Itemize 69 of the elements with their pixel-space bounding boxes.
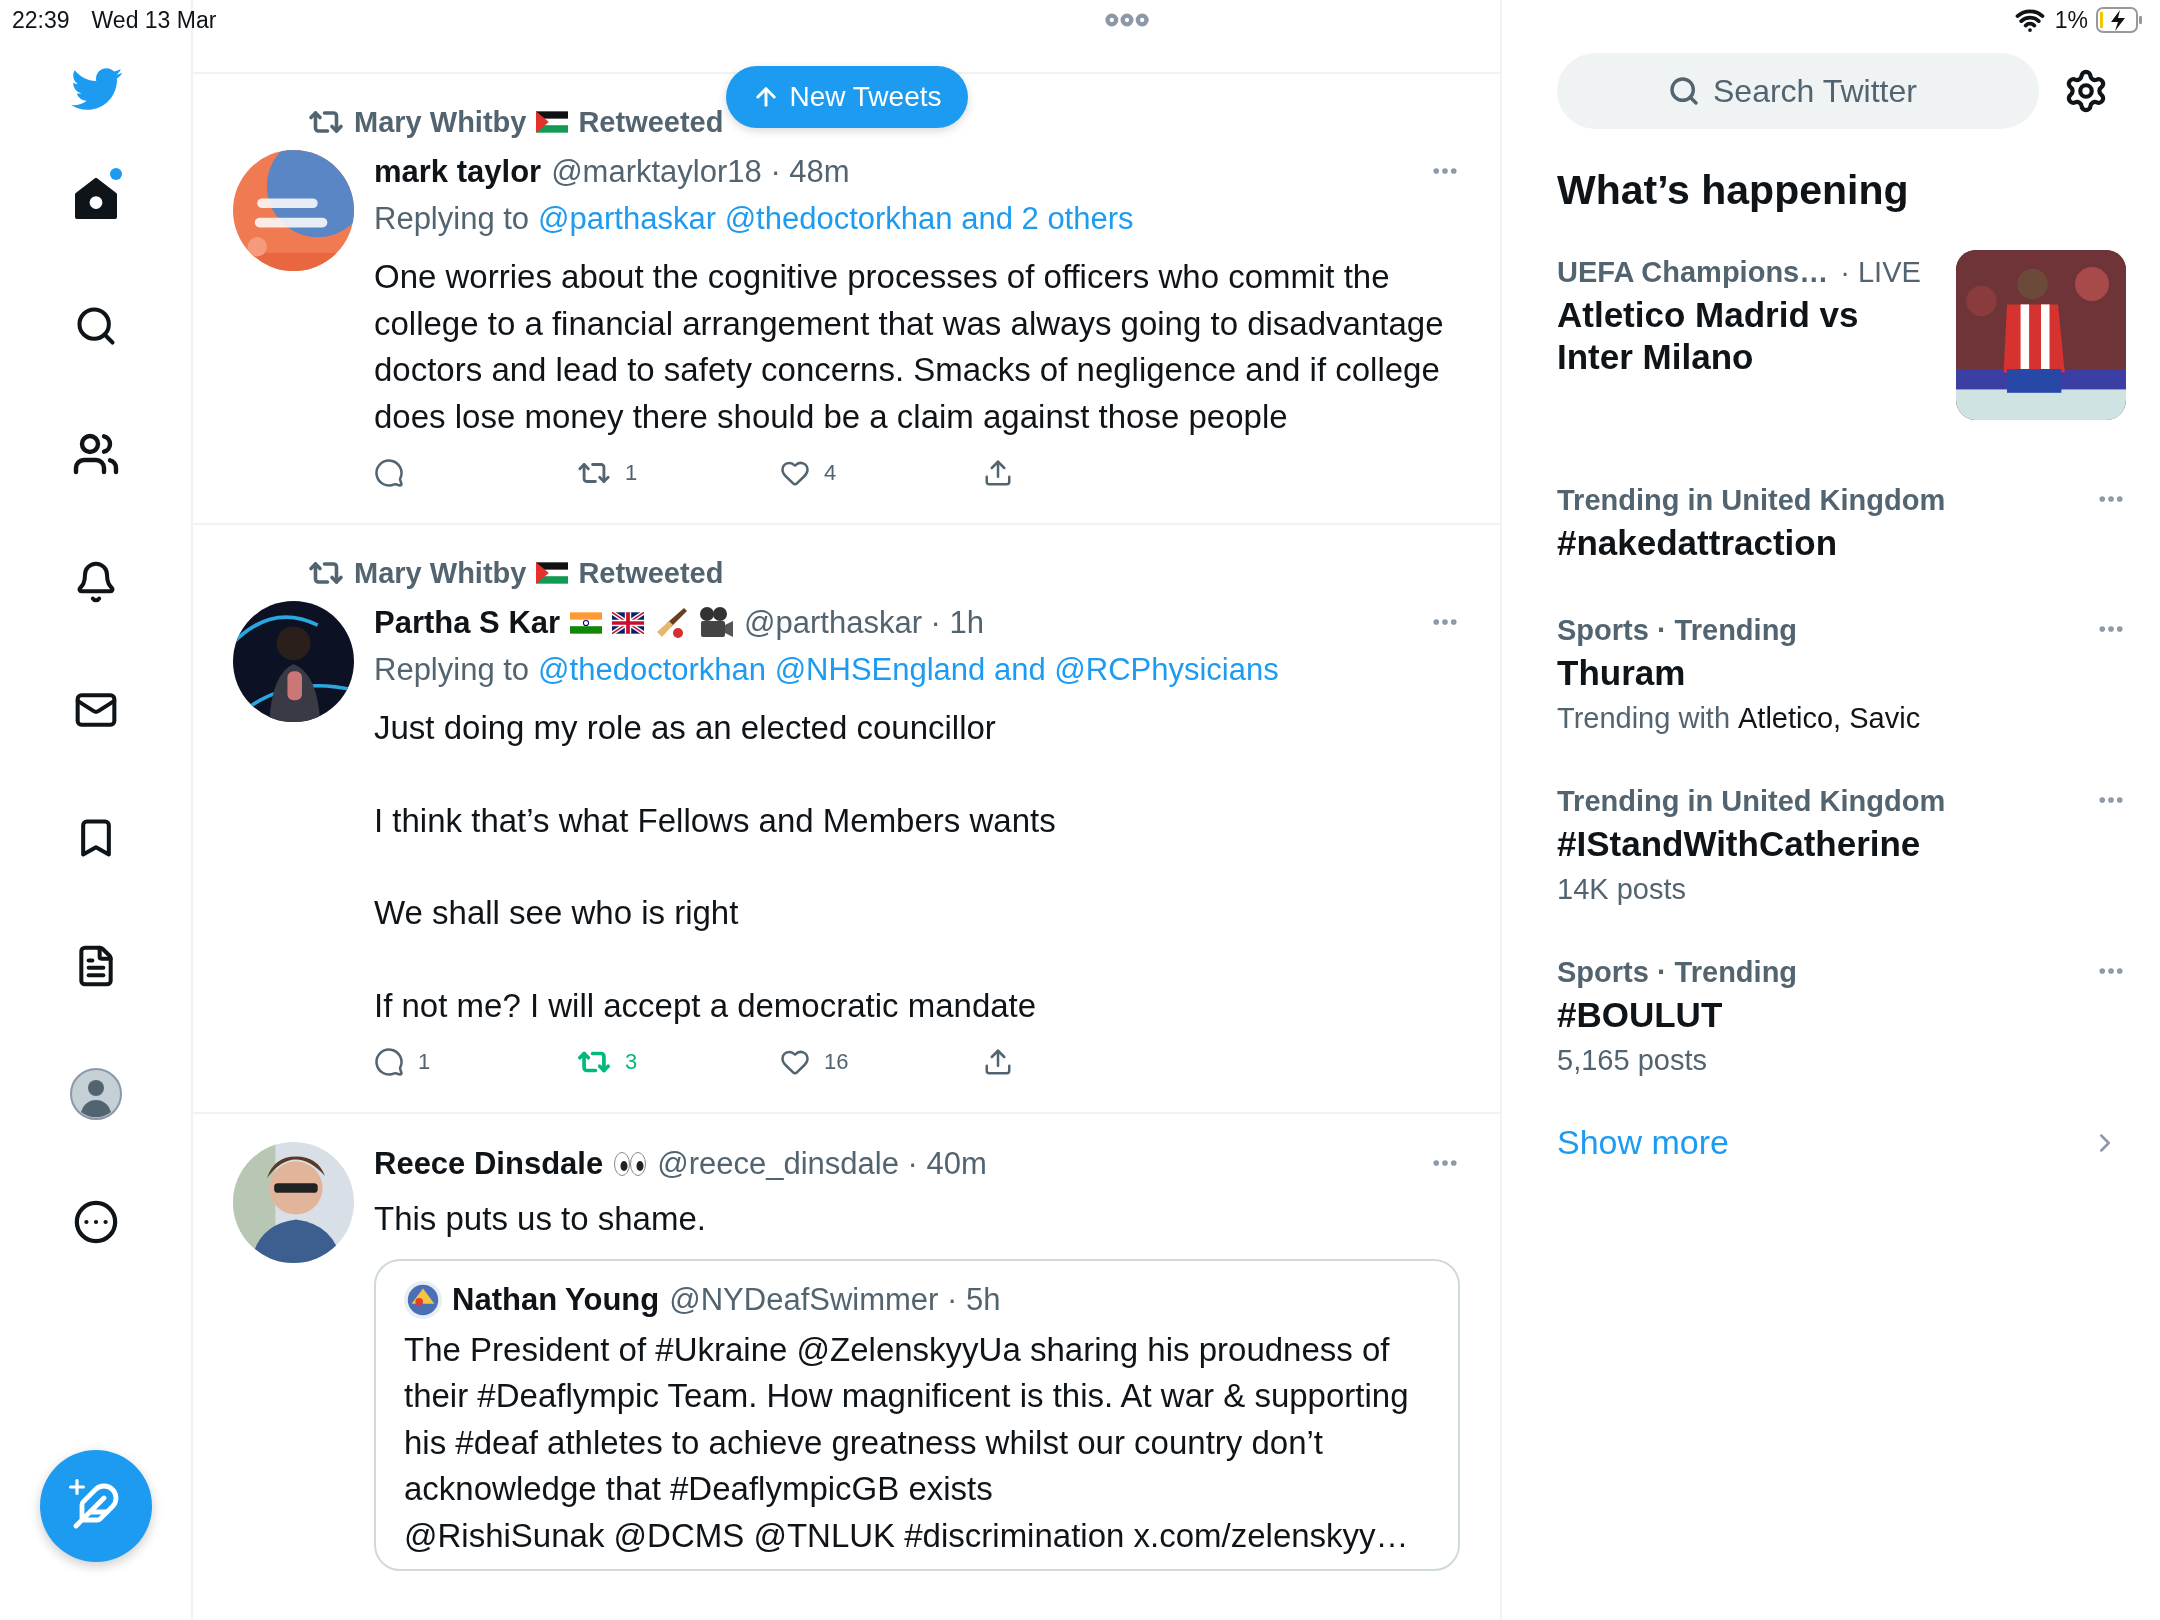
trend-item[interactable]: Trending in United Kingdom #nakedattraction: [1557, 478, 2126, 564]
flag-icon: [570, 612, 603, 634]
search-field[interactable]: Search Twitter: [1557, 53, 2039, 129]
battery-percent: 1%: [2054, 6, 2088, 34]
author-handle: @parthaskar · 1h: [744, 605, 985, 641]
retweeter-name: Mary Whitby: [354, 556, 527, 590]
section-heading: What’s happening: [1557, 167, 1910, 214]
trend-context: Sports · Trending: [1557, 955, 1798, 989]
tweet-text: This puts us to shame.: [374, 1199, 707, 1239]
trend-item[interactable]: Trending in United Kingdom #IStandWithCatherine 14K posts: [1557, 779, 2126, 906]
post-count: 14K posts: [1557, 873, 1686, 906]
author-name: Reece Dinsdale: [374, 1146, 604, 1182]
author-handle: @NYDeafSwimmer · 5h: [669, 1281, 1001, 1318]
retweet-button[interactable]: 1: [577, 453, 638, 493]
tweet-text: The President of #Ukraine @ZelenskyyUa sharing his proudness of their #Deaflympic Team. How magnificent is this. At war & supporting his #deaf athletes to achieve greatness whilst our country don’t acknowledge that #DeaflympicGB exists: [404, 1329, 1410, 1509]
feather-icon: [71, 1482, 120, 1530]
tweet-text: We shall see who is right: [374, 893, 740, 933]
trend-context: Trending in United Kingdom: [1557, 483, 1946, 517]
live-label: · LIVE: [1840, 255, 1921, 289]
search-icon: [1668, 75, 1700, 107]
more-icon: [72, 1199, 119, 1245]
trend-related: Atletico, Savic: [1738, 702, 1921, 735]
author-name: Partha S Kar: [374, 605, 561, 641]
trend-item[interactable]: Sports · Trending #BOULUT 5,165 posts: [1557, 950, 2126, 1077]
trend-context: Trending in United Kingdom: [1557, 784, 1946, 818]
replying-label: Replying to: [374, 652, 530, 688]
speech-bubble-icon: [374, 458, 404, 488]
clock-time: 22:39: [12, 6, 70, 34]
trend-title: Thuram: [1557, 652, 1687, 694]
trend-item[interactable]: Sports · Trending Thuram Trending with Atletico, Savic: [1557, 608, 2126, 735]
trend-with-label: Trending with: [1557, 702, 1730, 735]
trend-title: #nakedattraction: [1557, 522, 1839, 564]
tweet-text: Just doing my role as an elected councillor: [374, 708, 997, 748]
trend-context: Sports · Trending: [1557, 613, 1798, 647]
trend-item[interactable]: UEFA Champions… · LIVE Atletico Madrid vs Inter Milano: [1557, 250, 2126, 434]
share-icon: [983, 1047, 1013, 1077]
tweet-text: One worries about the cognitive processes of officers who commit the college to a financial arrangement that was always going to disadvantage doctors and lead to safety concerns. Smacks of negligence and if college does lose money there should be a claim against those people: [374, 257, 1444, 437]
replying-label: Replying to: [374, 201, 530, 237]
flag-icon: [612, 612, 645, 634]
trend-context: UEFA Champions…: [1557, 255, 1829, 289]
author-handle: @reece_dinsdale · 40m: [657, 1146, 987, 1182]
flag-icon: [536, 562, 569, 584]
battery-charging-icon: [2096, 7, 2142, 33]
trend-title: Atletico Madrid vs Inter Milano: [1557, 294, 1860, 378]
eyes-icon: [613, 1151, 648, 1177]
tweet-text: I think that’s what Fellows and Members wants: [374, 800, 1057, 841]
retweeter-name: Mary Whitby: [354, 105, 527, 139]
film-camera-icon: [698, 606, 735, 640]
post-count: 5,165 posts: [1557, 1044, 1707, 1077]
flag-icon: [536, 111, 569, 133]
author-name: Nathan Young: [452, 1281, 660, 1318]
share-icon: [983, 458, 1013, 488]
retweeted-label: Retweeted: [578, 105, 724, 139]
trend-title: #BOULUT: [1557, 994, 1724, 1036]
home-icon: [73, 177, 118, 219]
tweet-text: If not me? I will accept a democratic mandate: [374, 985, 1038, 1026]
tweet-text: @RishiSunak @DCMS @TNLUK #discrimination x.com/zelenskyy…: [404, 1515, 1410, 1556]
compose-button[interactable]: [39, 1450, 152, 1562]
date-text: Wed 13 Mar: [91, 6, 217, 34]
like-button[interactable]: 16: [780, 1042, 849, 1082]
trend-title: #IStandWithCatherine: [1557, 823, 1922, 865]
reply-button[interactable]: 1: [374, 1042, 431, 1082]
speech-bubble-icon: [374, 1047, 404, 1077]
avatar-icon: [69, 1068, 122, 1120]
like-button[interactable]: 4: [780, 453, 837, 493]
quoted-tweet[interactable]: [374, 1258, 1460, 1571]
retweeted-label: Retweeted: [578, 556, 724, 590]
author-name: mark taylor: [374, 154, 542, 190]
author-handle: @marktaylor18 · 48m: [551, 154, 850, 190]
